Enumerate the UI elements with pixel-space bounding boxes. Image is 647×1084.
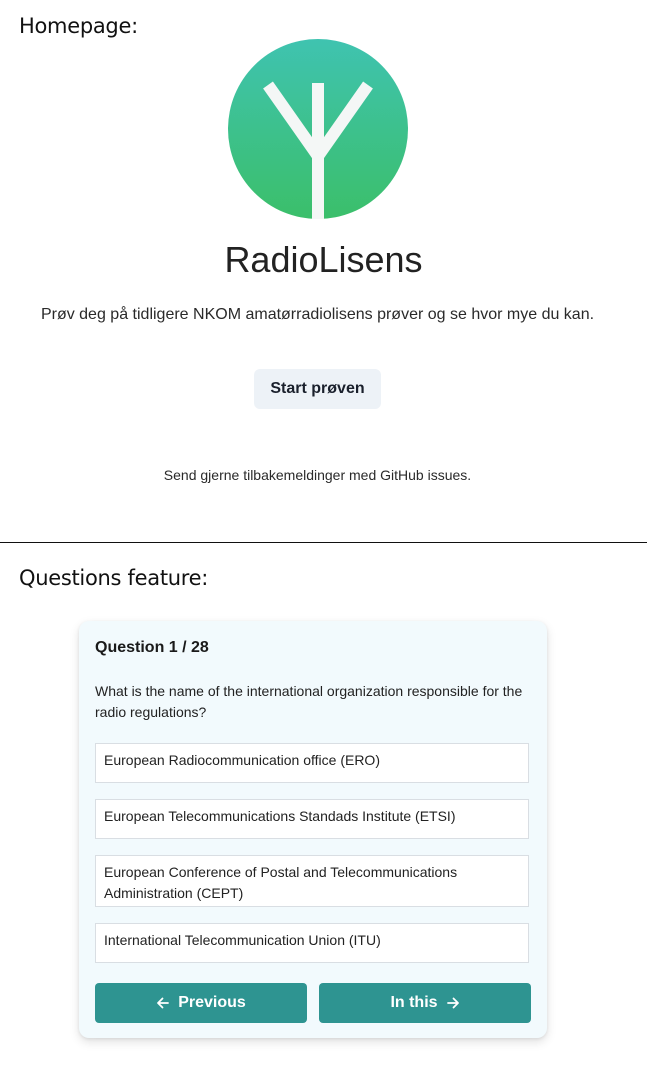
- questions-heading: Questions feature:: [19, 566, 209, 590]
- tagline: Prøv deg på tidligere NKOM amatørradioli…: [40, 306, 595, 323]
- answer-option[interactable]: European Radiocommunication office (ERO): [95, 743, 529, 783]
- previous-button[interactable]: Previous: [95, 983, 307, 1023]
- next-button[interactable]: In this: [319, 983, 531, 1023]
- answer-option[interactable]: European Telecommunications Standads Ins…: [95, 799, 529, 839]
- question-card: Question 1 / 28 What is the name of the …: [79, 621, 547, 1038]
- previous-button-label: Previous: [178, 994, 246, 1011]
- homepage-heading: Homepage:: [19, 14, 138, 38]
- question-counter: Question 1 / 28: [95, 639, 209, 656]
- start-test-button[interactable]: Start prøven: [254, 369, 381, 409]
- antenna-y-logo-icon: [228, 39, 408, 219]
- arrow-left-icon: [157, 997, 170, 1009]
- app-title: RadioLisens: [224, 239, 423, 280]
- arrow-right-icon: [446, 997, 459, 1009]
- question-text: What is the name of the international or…: [95, 683, 523, 720]
- answer-option[interactable]: International Telecommunication Union (I…: [95, 923, 529, 963]
- feedback-text: Send gjerne tilbakemeldinger med GitHub …: [163, 467, 472, 483]
- section-divider: [0, 542, 647, 543]
- next-button-label: In this: [390, 994, 438, 1011]
- answer-option[interactable]: European Conference of Postal and Teleco…: [95, 855, 529, 907]
